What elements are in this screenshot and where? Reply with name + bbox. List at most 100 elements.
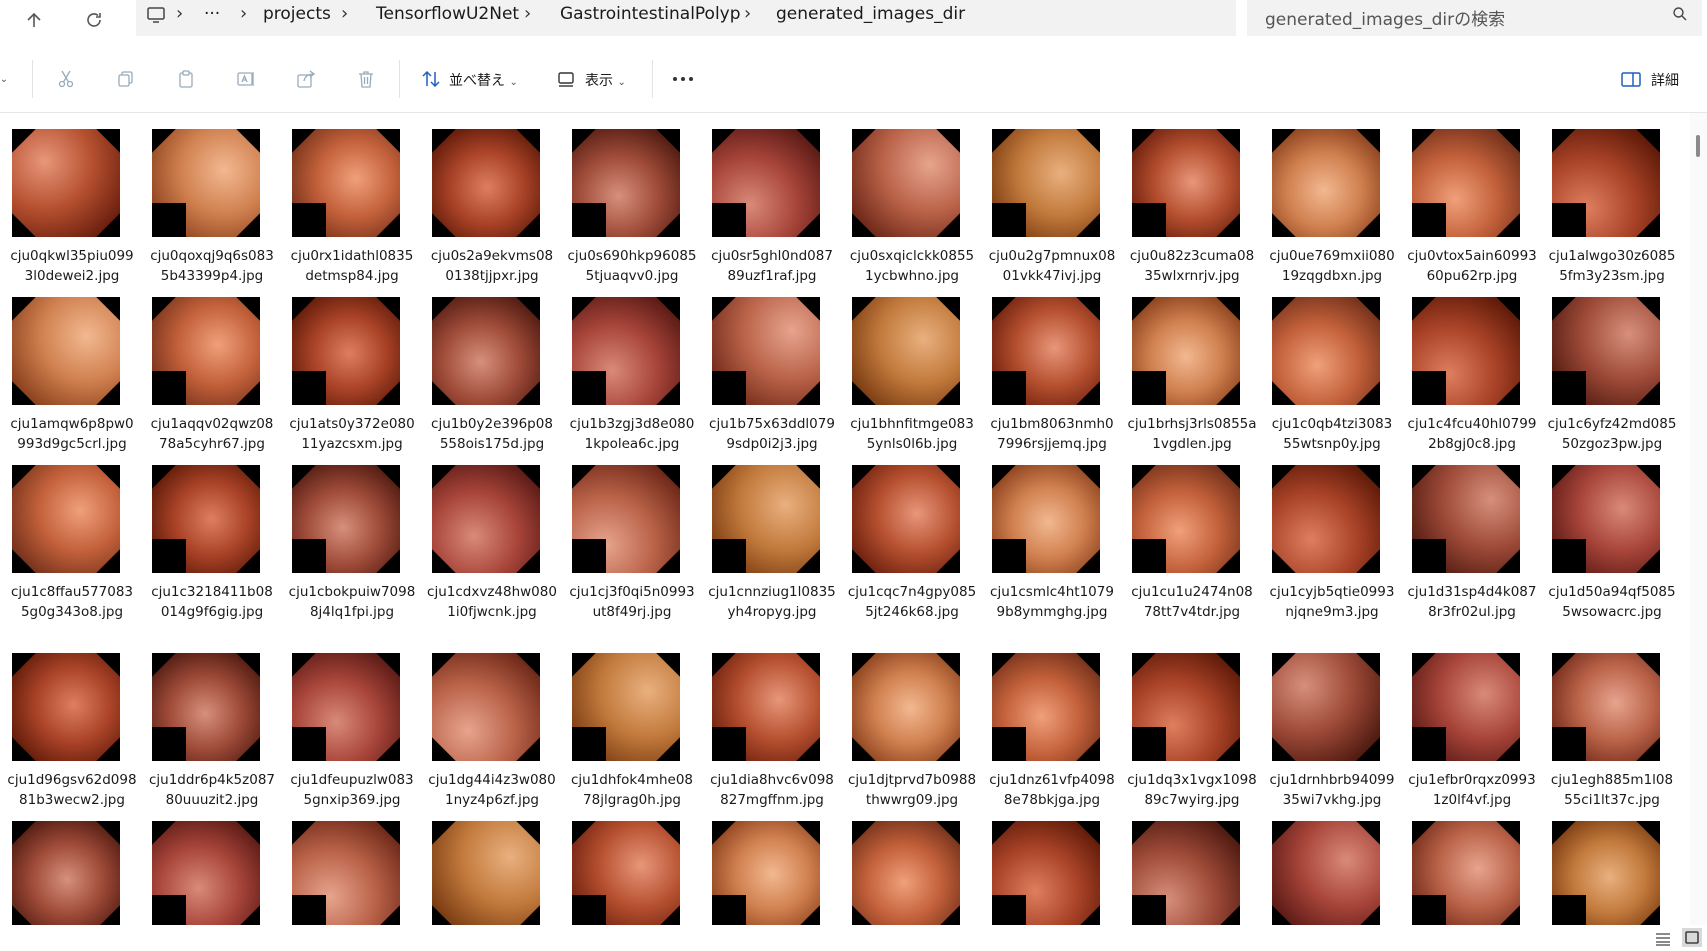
file-thumbnail — [572, 297, 680, 405]
search-placeholder: generated_images_dirの検索 — [1265, 10, 1506, 30]
file-name: cju0s2a9ekvms080138tjjpxr.jpg — [430, 248, 554, 284]
file-thumbnail — [1552, 297, 1660, 405]
file-name: cju1cj3f0qi5n0993ut8f49rj.jpg — [569, 584, 695, 620]
file-thumbnail — [432, 297, 540, 405]
up-arrow-icon[interactable] — [14, 3, 54, 37]
file-name: cju1brhsj3rls0855a1vgdlen.jpg — [1127, 416, 1257, 452]
file-thumbnail — [152, 821, 260, 925]
chevron-right-icon[interactable]: › — [341, 3, 348, 24]
sort-icon[interactable] — [418, 66, 444, 92]
file-name: cju1aqqv02qwz0878a5cyhr67.jpg — [150, 416, 274, 452]
copy-icon[interactable] — [113, 66, 139, 92]
file-name: cju1bhnfitmge0835ynls0l6b.jpg — [850, 416, 974, 452]
file-thumbnail — [1272, 653, 1380, 761]
file-name: cju1ats0y372e08011yazcsxm.jpg — [289, 416, 415, 452]
cut-icon[interactable] — [53, 66, 79, 92]
file-name: cju0sxqiclckk08551ycbwhno.jpg — [849, 248, 975, 284]
vertical-scrollbar[interactable] — [1690, 113, 1707, 925]
more-options-icon[interactable] — [670, 66, 696, 92]
new-dropdown-chevron-icon[interactable]: ⌄ — [0, 66, 12, 92]
details-button[interactable]: 詳細 — [1651, 70, 1679, 90]
crumb-gastrointestinalpolyp[interactable]: GastrointestinalPolyp — [560, 4, 741, 24]
chevron-right-icon[interactable]: › — [240, 3, 247, 24]
file-thumbnail — [292, 129, 400, 237]
file-name: cju1ddr6p4k5z08780uuuzit2.jpg — [148, 772, 275, 808]
file-thumbnail — [12, 465, 120, 573]
file-name: cju0u82z3cuma0835wlxrnrjv.jpg — [1129, 248, 1255, 284]
file-name: cju1d96gsv62d09881b3wecw2.jpg — [7, 772, 137, 808]
file-name: cju0qoxqj9q6s0835b43399p4.jpg — [150, 248, 274, 284]
file-thumbnail — [1552, 653, 1660, 761]
divider — [652, 60, 653, 98]
chevron-down-icon: ⌄ — [617, 77, 626, 88]
file-name: cju1cnnziug1l0835yh4ropyg.jpg — [708, 584, 836, 620]
more-crumbs-button[interactable]: ··· — [204, 4, 220, 24]
details-view-icon[interactable] — [1655, 931, 1671, 950]
large-icons-view-icon[interactable] — [1682, 928, 1702, 947]
file-thumbnail — [1132, 297, 1240, 405]
sort-button[interactable]: 並べ替え ⌄ — [449, 70, 518, 90]
details-pane-icon[interactable] — [1618, 66, 1644, 92]
file-thumbnail — [992, 821, 1100, 925]
paste-icon[interactable] — [173, 66, 199, 92]
crumb-projects[interactable]: projects — [263, 4, 331, 24]
file-thumbnail — [712, 129, 820, 237]
file-name: cju1cbokpuiw70988j4lq1fpi.jpg — [288, 584, 416, 620]
file-name: cju1efbr0rqxz09931z0lf4vf.jpg — [1408, 772, 1536, 808]
file-name: cju1d31sp4d4k0878r3fr02ul.jpg — [1407, 584, 1537, 620]
file-thumbnail — [572, 465, 680, 573]
file-grid: cju0qkwl35piu0993l0dewei2.jpg cju0qoxqj9q… — [0, 113, 1690, 925]
file-thumbnail — [12, 821, 120, 925]
file-name: cju1amqw6p8pw0993d9gc5crl.jpg — [10, 416, 134, 452]
file-thumbnail — [432, 465, 540, 573]
chevron-right-icon[interactable]: › — [524, 3, 531, 24]
file-thumbnail — [1552, 129, 1660, 237]
file-thumbnail — [292, 821, 400, 925]
refresh-icon[interactable] — [74, 3, 114, 37]
file-thumbnail — [852, 297, 960, 405]
file-name: cju1c6yfz42md08550zgoz3pw.jpg — [1547, 416, 1677, 452]
view-label: 表示 — [585, 73, 613, 89]
file-thumbnail — [1412, 129, 1520, 237]
file-thumbnail — [572, 129, 680, 237]
search-icon[interactable] — [1672, 6, 1688, 26]
file-name: cju1drnhbrb9409935wi7vkhg.jpg — [1269, 772, 1395, 808]
crumb-generated-images-dir[interactable]: generated_images_dir — [776, 4, 965, 24]
divider — [32, 60, 33, 98]
view-button[interactable]: 表示 ⌄ — [585, 70, 626, 90]
scrollbar-thumb[interactable] — [1696, 135, 1700, 157]
breadcrumb[interactable]: › ··· › projects › TensorflowU2Net › Gas… — [136, 0, 1236, 36]
chevron-right-icon[interactable]: › — [176, 3, 183, 24]
delete-icon[interactable] — [353, 66, 379, 92]
file-thumbnail — [852, 821, 960, 925]
file-name: cju0qkwl35piu0993l0dewei2.jpg — [10, 248, 134, 284]
address-bar: › ··· › projects › TensorflowU2Net › Gas… — [0, 0, 1707, 44]
file-thumbnail — [572, 821, 680, 925]
view-icon[interactable] — [553, 66, 579, 92]
file-name: cju1egh885m1l0855ci1lt37c.jpg — [1550, 772, 1674, 808]
crumb-tensorflowu2net[interactable]: TensorflowU2Net — [376, 4, 519, 24]
file-thumbnail — [712, 465, 820, 573]
rename-icon[interactable] — [233, 66, 259, 92]
computer-icon[interactable] — [146, 6, 166, 28]
file-thumbnail — [712, 297, 820, 405]
file-thumbnail — [1272, 297, 1380, 405]
search-input[interactable]: generated_images_dirの検索 — [1247, 0, 1702, 36]
file-thumbnail — [1272, 821, 1380, 925]
file-thumbnail — [1552, 821, 1660, 925]
file-name: cju1dnz61vfp40988e78bkjga.jpg — [989, 772, 1115, 808]
file-name: cju1b0y2e396p08558ois175d.jpg — [431, 416, 553, 452]
chevron-right-icon[interactable]: › — [744, 3, 751, 24]
file-name: cju1alwgo30z60855fm3y23sm.jpg — [1548, 248, 1676, 284]
file-thumbnail — [992, 129, 1100, 237]
file-thumbnail — [852, 129, 960, 237]
status-bar — [0, 925, 1707, 951]
file-name: cju1djtprvd7b0988thwwrg09.jpg — [847, 772, 977, 808]
file-thumbnail — [852, 465, 960, 573]
share-icon[interactable] — [293, 66, 319, 92]
file-name: cju1c3218411b08014g9f6gig.jpg — [151, 584, 273, 620]
file-name: cju1dhfok4mhe0878jlgrag0h.jpg — [570, 772, 694, 808]
file-name: cju1b75x63ddl0799sdp0i2j3.jpg — [709, 416, 835, 452]
file-name: cju1dia8hvc6v098827mgffnm.jpg — [710, 772, 834, 808]
file-thumbnail — [152, 653, 260, 761]
